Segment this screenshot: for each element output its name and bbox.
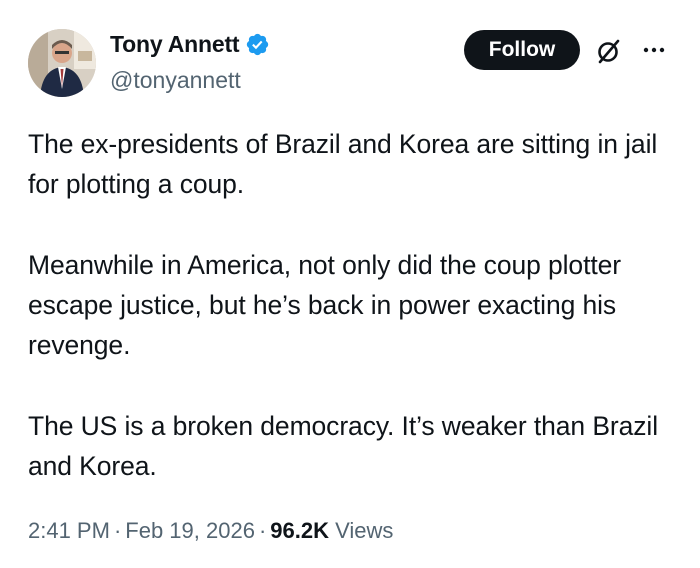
- author-name-row: Tony Annett: [110, 31, 270, 58]
- author-avatar[interactable]: [28, 29, 96, 97]
- verified-badge-icon: [245, 32, 270, 57]
- tweet-body: The ex-presidents of Brazil and Korea ar…: [28, 124, 678, 486]
- views-label: Views: [335, 518, 394, 543]
- views-count: 96.2K: [270, 518, 329, 543]
- tweet-paragraph: Meanwhile in America, not only did the c…: [28, 250, 621, 360]
- meta-separator: ·: [113, 518, 122, 543]
- tweet-paragraph: The US is a broken democracy. It’s weake…: [28, 411, 658, 481]
- tweet-paragraph: The ex-presidents of Brazil and Korea ar…: [28, 129, 658, 199]
- more-options-icon[interactable]: [640, 40, 668, 60]
- author-handle[interactable]: @tonyannett: [110, 67, 241, 94]
- tweet-date[interactable]: Feb 19, 2026: [125, 518, 255, 543]
- tweet-time[interactable]: 2:41 PM: [28, 518, 110, 543]
- follow-button[interactable]: Follow: [464, 30, 580, 70]
- meta-separator: ·: [258, 518, 267, 543]
- grok-icon[interactable]: [594, 36, 624, 66]
- avatar-image: [28, 29, 96, 97]
- author-name[interactable]: Tony Annett: [110, 31, 240, 58]
- tweet-meta: 2:41 PM · Feb 19, 2026 · 96.2K Views: [28, 518, 393, 544]
